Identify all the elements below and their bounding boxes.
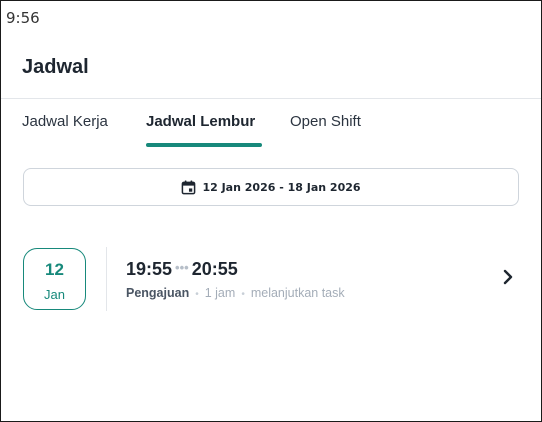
app-frame: 9:56 Jadwal Jadwal Kerja Jadwal Lembur O… bbox=[0, 0, 542, 422]
page-title: Jadwal bbox=[22, 56, 89, 78]
status-label: Pengajuan bbox=[126, 286, 190, 300]
start-time: 19:55 bbox=[126, 259, 173, 279]
date-badge-month: Jan bbox=[44, 287, 65, 302]
status-bar-time: 9:56 bbox=[6, 9, 40, 27]
end-time: 20:55 bbox=[191, 259, 238, 279]
duration-label: 1 jam bbox=[204, 286, 236, 300]
note-label: melanjutkan task bbox=[250, 286, 345, 300]
date-range-button[interactable]: 12 Jan 2026 - 18 Jan 2026 bbox=[23, 168, 519, 206]
meta-dot: • bbox=[195, 289, 199, 300]
time-separator: ••• bbox=[175, 260, 189, 275]
tab-bar: Jadwal Kerja Jadwal Lembur Open Shift bbox=[1, 99, 541, 149]
overtime-time-range: 19:55 ••• 20:55 bbox=[126, 259, 238, 280]
overtime-meta: Pengajuan • 1 jam • melanjutkan task bbox=[126, 286, 345, 300]
tab-jadwal-lembur[interactable]: Jadwal Lembur bbox=[146, 113, 255, 130]
item-divider bbox=[106, 247, 107, 311]
meta-dot: • bbox=[241, 289, 245, 300]
date-range-label: 12 Jan 2026 - 18 Jan 2026 bbox=[202, 180, 361, 194]
tab-open-shift[interactable]: Open Shift bbox=[290, 113, 361, 130]
date-badge-day: 12 bbox=[45, 260, 64, 279]
date-badge: 12 Jan bbox=[23, 248, 86, 310]
tab-jadwal-kerja[interactable]: Jadwal Kerja bbox=[22, 113, 108, 130]
chevron-right-icon[interactable] bbox=[502, 269, 514, 285]
overtime-list-item[interactable]: 12 Jan 19:55 ••• 20:55 Pengajuan • 1 jam • mel… bbox=[1, 241, 541, 317]
calendar-icon bbox=[182, 179, 196, 194]
active-tab-indicator bbox=[146, 143, 262, 147]
